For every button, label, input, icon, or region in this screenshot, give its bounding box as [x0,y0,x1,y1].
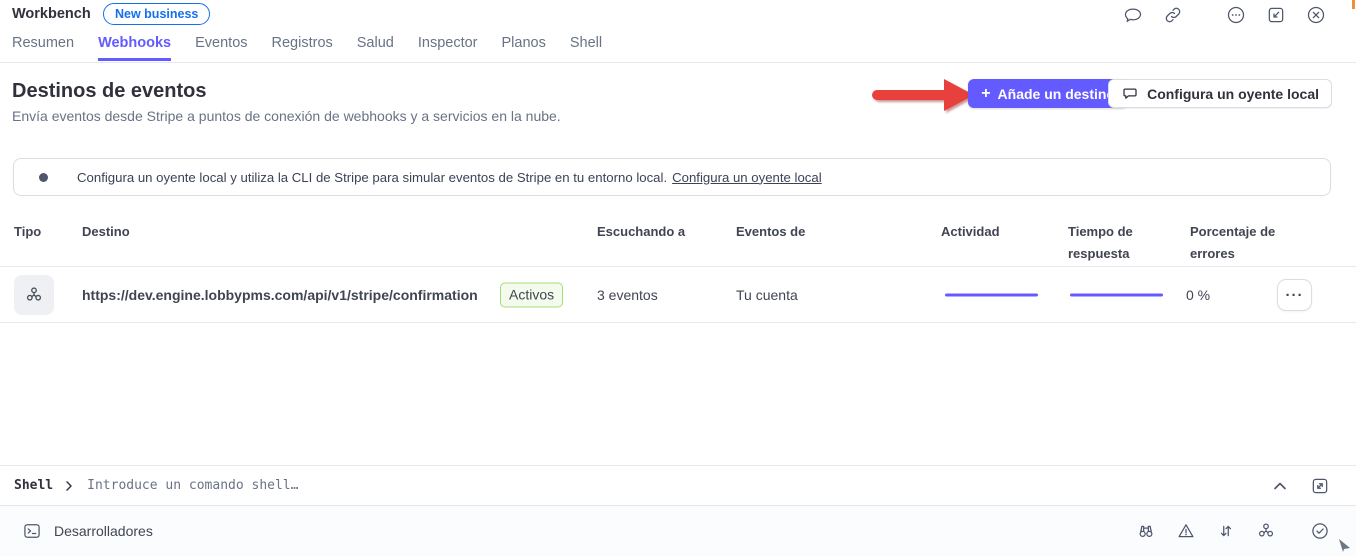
status-check-circle-icon[interactable] [1310,521,1330,541]
tab-webhooks[interactable]: Webhooks [98,35,171,61]
banner-link[interactable]: Configura un oyente local [672,170,822,185]
destination-type-badge [14,275,54,315]
workbench-app: Workbench New business Resumen Webhooks … [0,0,1356,556]
status-badge: Activos [500,282,563,307]
row-overflow-menu-button[interactable]: ··· [1277,279,1312,311]
page-title: Destinos de eventos [12,80,207,103]
developers-footer: Desarrolladores [0,505,1356,556]
shell-label: Shell [14,478,53,493]
page-subtitle: Envía eventos desde Stripe a puntos de c… [12,108,561,124]
tab-planos[interactable]: Planos [502,35,546,61]
chevron-up-icon[interactable] [1270,476,1290,496]
configure-local-listener-button[interactable]: Configura un oyente local [1108,79,1332,108]
add-destination-button[interactable]: + Añade un destino [968,79,1128,108]
webhook-table-row[interactable]: https://dev.engine.lobbypms.com/api/v1/s… [0,266,1356,323]
tab-registros[interactable]: Registros [272,35,333,61]
shell-command-input[interactable] [87,478,1270,493]
shell-bar: Shell [0,465,1356,505]
col-header-tiempo-respuesta: Tiempo de respuesta [1068,221,1150,265]
developers-label[interactable]: Desarrolladores [54,523,153,539]
workbench-tabs: Resumen Webhooks Eventos Registros Salud… [12,35,602,61]
listening-to-value: 3 eventos [597,287,658,303]
close-icon[interactable] [1306,5,1326,25]
inspector-binoculars-icon[interactable] [1136,521,1156,541]
expand-shell-icon[interactable] [1310,476,1330,496]
destination-url[interactable]: https://dev.engine.lobbypms.com/api/v1/s… [82,287,478,303]
col-header-destino: Destino [82,221,130,243]
webhooks-footer-icon[interactable] [1256,521,1276,541]
topbar-actions [1123,5,1326,25]
warning-triangle-icon[interactable] [1176,521,1196,541]
col-header-actividad: Actividad [941,221,1000,243]
local-listener-banner: Configura un oyente local y utiliza la C… [13,158,1331,196]
tab-eventos[interactable]: Eventos [195,35,247,61]
tab-salud[interactable]: Salud [357,35,394,61]
new-business-badge[interactable]: New business [103,3,210,25]
feedback-chat-icon[interactable] [1123,5,1143,25]
response-time-sparkline [1070,293,1163,296]
col-header-escuchando: Escuchando a [597,221,685,243]
plus-icon: + [981,86,990,102]
col-header-tipo: Tipo [14,221,41,243]
screenshot-artifact [1352,0,1355,9]
tab-resumen[interactable]: Resumen [12,35,74,61]
footer-icons [1136,521,1330,541]
bullet-dot-icon [39,173,48,182]
requests-updown-icon[interactable] [1216,521,1236,541]
banner-message: Configura un oyente local y utiliza la C… [77,170,667,185]
webhook-icon [24,285,44,305]
col-header-porcentaje-errores: Porcentaje de errores [1190,221,1276,265]
collapse-window-icon[interactable] [1266,5,1286,25]
configure-local-listener-label: Configura un oyente local [1147,86,1319,102]
speech-bubble-icon [1121,85,1139,103]
shell-controls [1270,476,1330,496]
add-destination-label: Añade un destino [998,86,1115,102]
error-rate-value: 0 % [1186,287,1210,303]
more-options-icon[interactable] [1226,5,1246,25]
mouse-cursor [1338,538,1352,552]
activity-sparkline [945,293,1038,296]
terminal-icon[interactable] [22,521,42,541]
app-title: Workbench [12,6,91,22]
tab-inspector[interactable]: Inspector [418,35,478,61]
copy-link-icon[interactable] [1163,5,1183,25]
events-from-value: Tu cuenta [736,287,798,303]
red-annotation-arrow [872,79,976,111]
tabs-divider [0,62,1356,63]
chevron-right-icon [62,479,76,493]
col-header-eventos-de: Eventos de [736,221,805,243]
tab-shell[interactable]: Shell [570,35,602,61]
